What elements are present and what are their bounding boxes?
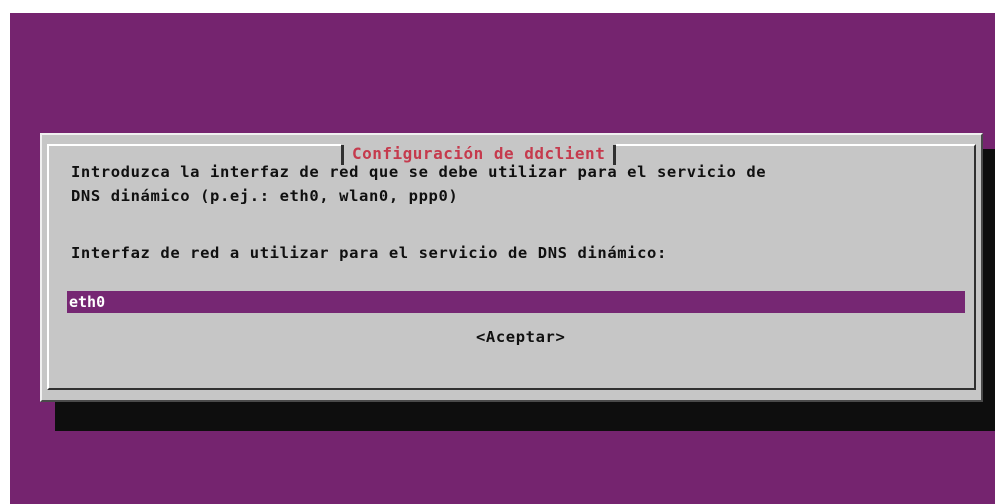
terminal-screen: Configuración de ddclient Introduzca la … <box>10 13 995 504</box>
description-line-2: DNS dinámico (p.ej.: eth0, wlan0, ppp0) <box>71 187 459 205</box>
dialog-frame: Configuración de ddclient Introduzca la … <box>47 144 976 390</box>
dialog-title: Configuración de ddclient <box>352 143 606 163</box>
config-dialog: Configuración de ddclient Introduzca la … <box>40 133 983 402</box>
input-prompt: Interfaz de red a utilizar para el servi… <box>71 244 667 262</box>
description-line-1: Introduzca la interfaz de red que se deb… <box>71 163 767 181</box>
accept-button[interactable]: <Aceptar> <box>476 328 565 346</box>
network-interface-input[interactable]: eth0 <box>67 291 965 313</box>
title-right-bar <box>613 145 617 165</box>
